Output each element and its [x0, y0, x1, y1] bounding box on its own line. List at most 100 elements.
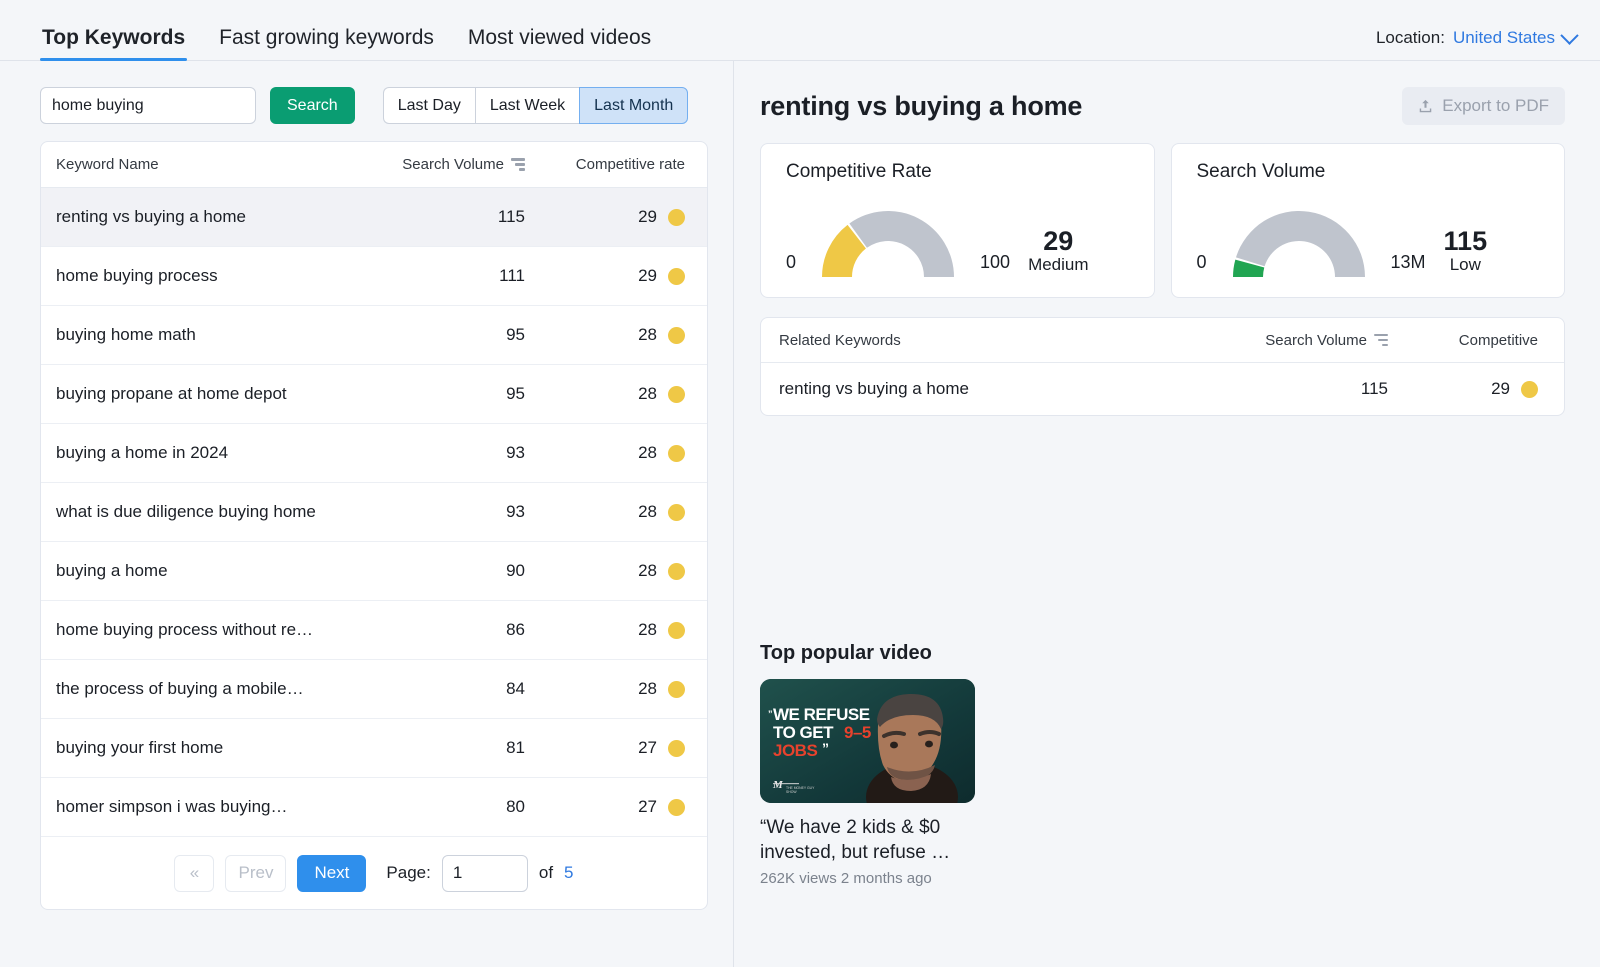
- prev-page-button[interactable]: Prev: [225, 854, 287, 892]
- video-caption[interactable]: “We have 2 kids & $0 invested, but refus…: [760, 815, 982, 865]
- range-last-month[interactable]: Last Month: [579, 87, 689, 124]
- gauge-row-competitive-rate: 0 100 29 Medium: [786, 187, 1134, 283]
- cell-competitive-rate-value: 28: [638, 620, 657, 639]
- keyword-table-card: Keyword Name Search Volume Competitive r…: [40, 141, 708, 910]
- cell-competitive-rate: 27: [525, 738, 685, 758]
- table-row[interactable]: what is due diligence buying home 93 28: [41, 483, 707, 542]
- sort-descending-icon[interactable]: [511, 158, 525, 171]
- gauge-competitive-rate: [822, 210, 955, 277]
- detail-title: renting vs buying a home: [760, 90, 1083, 121]
- tab-top-keywords-label: Top Keywords: [42, 26, 186, 49]
- competitive-rate-dot: [668, 798, 685, 816]
- cell-competitive-rate: 28: [525, 384, 685, 404]
- cell-competitive-rate: 28: [525, 561, 685, 581]
- cell-competitive-rate-value: 28: [638, 561, 657, 580]
- location-selector[interactable]: Location: United States: [1375, 25, 1579, 60]
- upload-icon: [1419, 99, 1432, 113]
- tab-top-keywords[interactable]: Top Keywords: [40, 26, 188, 61]
- competitive-rate-dot: [668, 444, 685, 462]
- related-table-row[interactable]: renting vs buying a home 115 29: [761, 363, 1564, 415]
- keyword-table-body: renting vs buying a home 115 29 home buying…: [41, 188, 707, 837]
- cell-competitive-rate-value: 28: [638, 325, 657, 344]
- header-related-competitive: Competitive: [1458, 331, 1538, 349]
- gauge-level-competitive-rate: Medium: [1028, 255, 1089, 274]
- range-last-day[interactable]: Last Day: [382, 87, 475, 124]
- cell-competitive-rate: 29: [525, 207, 685, 227]
- table-row[interactable]: buying your first home 81 27: [41, 719, 707, 778]
- cell-related-volume: 115: [1360, 379, 1388, 398]
- table-row[interactable]: homer simpson i was buying… 80 27: [41, 778, 707, 837]
- location-label: Location:: [1375, 28, 1445, 47]
- chevron-down-icon[interactable]: [1560, 25, 1579, 45]
- cell-competitive-rate: 29: [525, 266, 685, 286]
- cell-keyword-name: home buying process: [56, 266, 218, 285]
- table-row[interactable]: home buying process 111 29: [41, 247, 707, 306]
- page-number-input[interactable]: [441, 854, 528, 892]
- header-related-search-volume-label: Search Volume: [1265, 331, 1367, 349]
- cell-related-competitive: 29: [1388, 379, 1538, 399]
- header-related-keywords: Related Keywords: [779, 331, 901, 349]
- export-to-pdf-label: Export to PDF: [1442, 96, 1549, 115]
- competitive-rate-dot: [668, 621, 685, 639]
- competitive-rate-dot: [668, 326, 685, 344]
- header-competitive-rate: Competitive rate: [575, 156, 685, 173]
- tab-most-viewed-videos[interactable]: Most viewed videos: [466, 27, 653, 60]
- range-last-week[interactable]: Last Week: [474, 87, 580, 124]
- top-popular-video-section: Top popular video ” WE REFUSE TO GET 9–5…: [760, 642, 1565, 887]
- top-popular-video-title: Top popular video: [760, 642, 932, 664]
- cell-keyword-name: home buying process without re…: [56, 620, 314, 639]
- location-value[interactable]: United States: [1453, 28, 1555, 48]
- svg-text:SHOW: SHOW: [786, 790, 797, 794]
- table-row[interactable]: buying a home 90 28: [41, 542, 707, 601]
- page-label: Page:: [386, 863, 431, 882]
- cell-related-keyword: renting vs buying a home: [779, 379, 969, 398]
- table-row[interactable]: home buying process without re… 86 28: [41, 601, 707, 660]
- tab-fast-growing-keywords[interactable]: Fast growing keywords: [217, 27, 436, 60]
- keyword-table-header: Keyword Name Search Volume Competitive r…: [41, 142, 707, 188]
- cell-search-volume: 115: [497, 207, 525, 226]
- gauge-cards: Competitive Rate 0 100 29 Medium Search …: [760, 143, 1565, 298]
- table-row[interactable]: the process of buying a mobile… 84 28: [41, 660, 707, 719]
- cell-search-volume: 95: [506, 325, 525, 344]
- table-row[interactable]: buying propane at home depot 95 28: [41, 365, 707, 424]
- gauge-max-search-volume: 13M: [1390, 252, 1426, 272]
- cell-competitive-rate-value: 29: [638, 207, 657, 226]
- search-button[interactable]: Search: [270, 87, 355, 124]
- cell-search-volume: 84: [506, 679, 525, 698]
- cell-keyword-name: homer simpson i was buying…: [56, 797, 288, 816]
- svg-text:M: M: [772, 779, 784, 791]
- gauge-card-search-volume: Search Volume 0 13M 115 Low: [1170, 143, 1565, 298]
- gauge-card-competitive-rate: Competitive Rate 0 100 29 Medium: [760, 143, 1155, 298]
- competitive-rate-dot: [668, 739, 685, 757]
- gauge-value-search-volume: 115: [1443, 225, 1488, 256]
- cell-keyword-name: buying a home: [56, 561, 168, 580]
- table-row[interactable]: buying home math 95 28: [41, 306, 707, 365]
- svg-text:9–5: 9–5: [844, 723, 871, 742]
- cell-competitive-rate-value: 28: [638, 679, 657, 698]
- table-row[interactable]: renting vs buying a home 115 29: [41, 188, 707, 247]
- header-related-search-volume[interactable]: Search Volume: [1198, 332, 1388, 349]
- tab-most-viewed-videos-label: Most viewed videos: [467, 26, 652, 49]
- main-content: Search Last Day Last Week Last Month Key…: [0, 61, 1600, 967]
- cell-competitive-rate: 28: [525, 620, 685, 640]
- detail-panel: renting vs buying a home Export to PDF C…: [734, 61, 1600, 967]
- gauge-search-volume: [1232, 210, 1365, 277]
- cell-competitive-rate-value: 28: [638, 443, 657, 462]
- first-page-button[interactable]: «: [174, 854, 215, 892]
- search-input[interactable]: [40, 87, 256, 124]
- export-to-pdf-button[interactable]: Export to PDF: [1402, 87, 1565, 125]
- tab-list: Top Keywords Fast growing keywords Most …: [40, 0, 653, 61]
- video-meta: 262K views 2 months ago: [760, 870, 932, 888]
- cell-search-volume: 111: [499, 266, 525, 285]
- next-page-button[interactable]: Next: [297, 854, 367, 892]
- video-thumbnail[interactable]: ” WE REFUSE TO GET 9–5 JOBS ” M THE MONE…: [760, 679, 975, 803]
- page-total[interactable]: 5: [564, 863, 573, 883]
- detail-header: renting vs buying a home Export to PDF: [760, 87, 1565, 125]
- cell-search-volume: 86: [506, 620, 525, 639]
- cell-keyword-name: buying home math: [56, 325, 196, 344]
- table-row[interactable]: buying a home in 2024 93 28: [41, 424, 707, 483]
- sort-descending-icon[interactable]: [1374, 333, 1388, 347]
- top-tab-bar: Top Keywords Fast growing keywords Most …: [0, 0, 1600, 61]
- cell-competitive-rate: 27: [525, 797, 685, 817]
- header-search-volume[interactable]: Search Volume: [375, 156, 525, 173]
